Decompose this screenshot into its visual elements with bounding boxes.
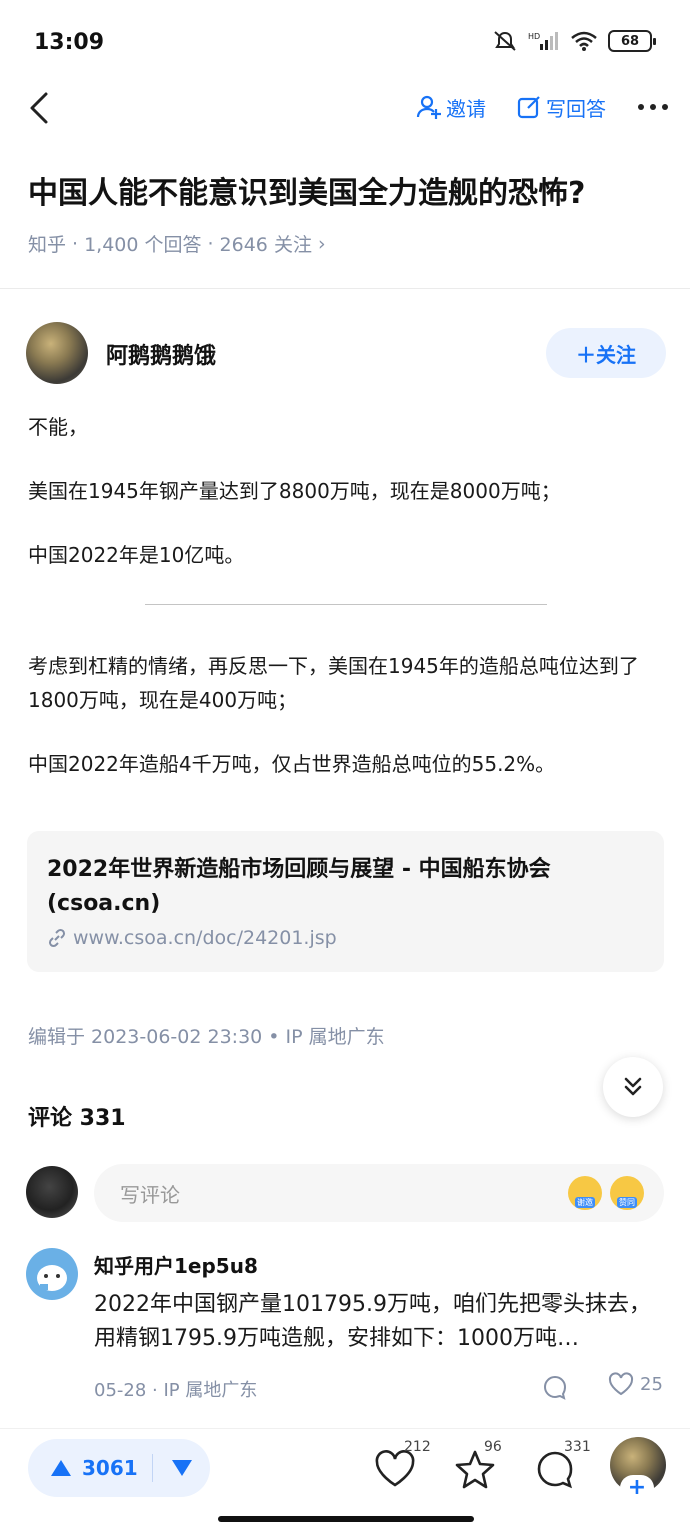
author-mini-avatar[interactable]: + bbox=[610, 1437, 666, 1501]
home-indicator bbox=[218, 1516, 474, 1522]
invite-label: 邀请 bbox=[446, 96, 486, 121]
link-card[interactable]: 2022年世界新造船市场回顾与展望 - 中国船东协会 (csoa.cn) www… bbox=[27, 831, 664, 972]
back-button[interactable] bbox=[20, 88, 60, 128]
link-card-title: 2022年世界新造船市场回顾与展望 - 中国船东协会 (csoa.cn) bbox=[47, 857, 551, 916]
status-icons: HD 68 bbox=[492, 30, 656, 52]
author-avatar[interactable] bbox=[26, 322, 88, 384]
answer-paragraph: 不能， bbox=[28, 415, 88, 439]
answer-paragraph: 中国2022年造船4千万吨，仅占世界造船总吨位的55.2%。 bbox=[28, 752, 556, 776]
mute-icon bbox=[494, 31, 516, 51]
meta-separator: · bbox=[207, 232, 214, 255]
comment-like-button[interactable]: 25 bbox=[608, 1372, 663, 1396]
chevron-right-icon: › bbox=[317, 232, 326, 255]
top-actions: 邀请 写回答 bbox=[416, 90, 670, 124]
reply-button[interactable] bbox=[542, 1374, 568, 1404]
double-chevron-down-icon bbox=[624, 1077, 642, 1096]
comment-count: 331 bbox=[564, 1439, 591, 1455]
avatar bbox=[26, 1166, 78, 1218]
heart-icon bbox=[375, 1450, 415, 1487]
upvote-count: 3061 bbox=[82, 1456, 138, 1480]
invite-person-icon bbox=[416, 95, 441, 119]
question-title[interactable]: 中国人能不能意识到美国全力造舰的恐怖? bbox=[28, 174, 668, 214]
reply-bubble-icon bbox=[544, 1375, 567, 1400]
answer-paragraph: 美国在1945年钢产量达到了8800万吨，现在是8000万吨； bbox=[28, 479, 561, 503]
invite-button[interactable]: 邀请 bbox=[416, 93, 486, 122]
more-dots-icon bbox=[638, 104, 668, 110]
wifi-icon bbox=[571, 31, 597, 51]
link-card-url: www.csoa.cn/doc/24201.jsp bbox=[73, 927, 337, 949]
comment-icon bbox=[537, 1451, 573, 1489]
status-bar: 13:09 HD 68 bbox=[0, 0, 690, 90]
emoji-agree-icon[interactable]: 赞同 bbox=[610, 1176, 644, 1210]
battery-indicator: 68 bbox=[608, 30, 656, 52]
favorite-count: 96 bbox=[484, 1439, 502, 1455]
heart-icon bbox=[608, 1372, 634, 1396]
commenter-avatar[interactable] bbox=[26, 1248, 78, 1300]
comment-placeholder: 写评论 bbox=[120, 1182, 180, 1207]
triangle-down-icon bbox=[171, 1460, 192, 1476]
write-answer-label: 写回答 bbox=[546, 96, 606, 121]
upvote-button[interactable]: 3061 bbox=[28, 1456, 152, 1480]
like-button[interactable]: 212 bbox=[374, 1439, 431, 1493]
star-icon bbox=[455, 1450, 495, 1489]
link-card-url-row: www.csoa.cn/doc/24201.jsp bbox=[47, 927, 644, 949]
edit-meta: 编辑于 2023-06-02 23:30 • IP 属地广东 bbox=[28, 1026, 385, 1048]
comment-button[interactable]: 331 bbox=[534, 1439, 591, 1493]
follow-button[interactable]: ＋关注 bbox=[546, 328, 666, 378]
svg-text:HD: HD bbox=[528, 32, 540, 41]
answer-author: 阿鹅鹅鹅饿 ＋关注 bbox=[26, 322, 666, 384]
comment-username[interactable]: 知乎用户1ep5u8 bbox=[94, 1250, 258, 1279]
follow-plus-button[interactable]: + bbox=[620, 1475, 654, 1501]
content-divider bbox=[145, 604, 547, 605]
comment-meta: 05-28 · IP 属地广东 bbox=[94, 1380, 258, 1401]
vote-control: 3061 bbox=[28, 1439, 210, 1497]
comment-input[interactable]: 写评论 谢邀 赞同 bbox=[94, 1164, 664, 1222]
like-count: 212 bbox=[404, 1439, 431, 1455]
comments-header[interactable]: 评论 331 bbox=[28, 1100, 126, 1132]
favorite-button[interactable]: 96 bbox=[454, 1439, 502, 1493]
question-meta[interactable]: 知乎 · 1,400 个回答 · 2646 关注 › bbox=[28, 230, 332, 257]
avatar-icon bbox=[37, 1265, 67, 1291]
author-name[interactable]: 阿鹅鹅鹅饿 bbox=[106, 338, 216, 370]
answer-count: 1,400 个回答 bbox=[84, 234, 202, 256]
question-source: 知乎 bbox=[28, 234, 67, 256]
scroll-next-button[interactable] bbox=[603, 1057, 663, 1117]
status-time: 13:09 bbox=[34, 30, 105, 55]
link-icon bbox=[48, 928, 66, 948]
comment-text[interactable]: 2022年中国钢产量101795.9万吨，咱们先把零头抹去，用精钢1795.9万… bbox=[94, 1288, 666, 1356]
triangle-up-icon bbox=[51, 1460, 71, 1476]
answer-content: 不能， 美国在1945年钢产量达到了8800万吨，现在是8000万吨； 中国20… bbox=[28, 410, 664, 811]
downvote-button[interactable] bbox=[153, 1459, 210, 1477]
answer-paragraph: 中国2022年是10亿吨。 bbox=[28, 543, 245, 567]
emoji-invite-icon[interactable]: 谢邀 bbox=[568, 1176, 602, 1210]
meta-separator: · bbox=[72, 232, 79, 255]
comment-compose: 写评论 谢邀 赞同 bbox=[26, 1164, 666, 1222]
back-arrow-icon bbox=[30, 92, 48, 124]
top-nav-bar: 邀请 写回答 bbox=[0, 80, 690, 136]
write-answer-icon bbox=[517, 96, 540, 119]
comment-like-count: 25 bbox=[640, 1373, 663, 1395]
more-button[interactable] bbox=[636, 90, 670, 124]
signal-icon: HD bbox=[528, 32, 558, 50]
write-answer-button[interactable]: 写回答 bbox=[516, 93, 606, 122]
divider bbox=[0, 288, 690, 289]
answer-paragraph: 考虑到杠精的情绪，再反思一下，美国在1945年的造船总吨位达到了1800万吨，现… bbox=[28, 654, 639, 712]
follower-count: 2646 关注 bbox=[219, 234, 312, 256]
